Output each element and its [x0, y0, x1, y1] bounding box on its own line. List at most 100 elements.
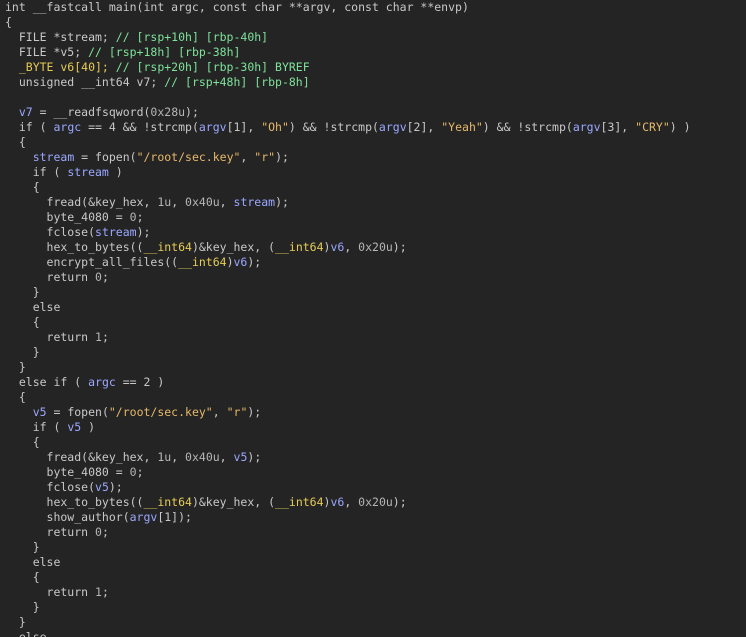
code-line[interactable]: fread(&key_hex, 1u, 0x40u, v5); [0, 450, 746, 465]
code-line[interactable]: { [0, 315, 746, 330]
code-token: "r" [226, 405, 248, 419]
code-line[interactable]: } [0, 540, 746, 555]
code-token: hex_to_bytes(( [5, 495, 144, 509]
code-line[interactable]: if ( argc == 4 && !strcmp(argv[1], "Oh")… [0, 120, 746, 135]
code-line[interactable]: { [0, 180, 746, 195]
code-token: , [344, 495, 359, 509]
code-token: , [171, 450, 186, 464]
code-token: = fopen( [46, 405, 109, 419]
code-token: == 4 && !strcmp( [81, 120, 199, 134]
code-line[interactable]: } [0, 615, 746, 630]
code-line[interactable]: else [0, 300, 746, 315]
code-token: argv [129, 510, 158, 524]
code-line[interactable]: } [0, 600, 746, 615]
code-line[interactable]: { [0, 15, 746, 30]
code-token: 0 [95, 525, 102, 539]
code-token: ); [247, 405, 262, 419]
code-token: v6 [330, 495, 345, 509]
code-line[interactable]: { [0, 135, 746, 150]
code-line[interactable]: show_author(argv[1]); [0, 510, 746, 525]
code-token: ); [392, 240, 407, 254]
code-token: ) [108, 165, 123, 179]
code-token: 0x40u [185, 450, 220, 464]
code-token: byte_4080 = [5, 210, 130, 224]
code-token: fread(&key_hex, [5, 195, 158, 209]
code-line[interactable]: v7 = __readfsqword(0x28u); [0, 105, 746, 120]
code-line[interactable]: { [0, 435, 746, 450]
code-line[interactable]: else [0, 630, 746, 637]
code-token: // [rsp+18h] [rbp-38h] [88, 45, 241, 59]
code-line[interactable]: stream = fopen("/root/sec.key", "r"); [0, 150, 746, 165]
code-line[interactable]: hex_to_bytes((__int64)&key_hex, (__int64… [0, 240, 746, 255]
code-line[interactable]: if ( v5 ) [0, 420, 746, 435]
code-token: "Yeah" [441, 120, 483, 134]
code-line[interactable]: if ( stream ) [0, 165, 746, 180]
code-line[interactable]: return 1; [0, 330, 746, 345]
code-line[interactable]: v5 = fopen("/root/sec.key", "r"); [0, 405, 746, 420]
code-token: 1 [95, 330, 102, 344]
code-token: encrypt_all_files(( [5, 255, 179, 269]
code-token: 0 [129, 210, 137, 224]
code-line[interactable]: unsigned __int64 v7; // [rsp+48h] [rbp-8… [0, 75, 746, 90]
code-line[interactable]: else if ( argc == 2 ) [0, 375, 746, 390]
code-token: 1 [95, 585, 102, 599]
code-token: ) && !strcmp( [288, 120, 379, 134]
code-line[interactable]: return 1; [0, 585, 746, 600]
code-token: = __readfsqword( [32, 105, 151, 119]
code-line[interactable]: hex_to_bytes((__int64)&key_hex, (__int64… [0, 495, 746, 510]
code-token: "Oh" [261, 120, 289, 134]
code-line[interactable]: fclose(v5); [0, 480, 746, 495]
code-token: ); [108, 480, 123, 494]
code-line[interactable] [0, 90, 746, 105]
code-token: ); [136, 225, 151, 239]
code-token: )&key_hex, ( [191, 240, 276, 254]
code-token: ; [101, 270, 109, 284]
code-token: v5 [95, 480, 109, 494]
code-token: hex_to_bytes(( [5, 240, 144, 254]
code-token: ); [275, 195, 289, 209]
code-line[interactable]: } [0, 360, 746, 375]
code-token: argv [378, 120, 407, 134]
code-line[interactable]: } [0, 285, 746, 300]
code-token: { [5, 135, 26, 149]
code-token: == 2 ) [115, 375, 165, 389]
code-token: "/root/sec.key" [108, 405, 213, 419]
code-line[interactable]: byte_4080 = 0; [0, 210, 746, 225]
code-token: ; [101, 330, 109, 344]
code-line[interactable]: byte_4080 = 0; [0, 465, 746, 480]
code-token: ) [81, 420, 96, 434]
code-line[interactable]: fread(&key_hex, 1u, 0x40u, stream); [0, 195, 746, 210]
code-line[interactable]: } [0, 345, 746, 360]
code-token: __int64 [275, 495, 324, 509]
code-token: ; [136, 210, 144, 224]
code-line[interactable]: fclose(stream); [0, 225, 746, 240]
code-token: { [5, 315, 40, 329]
code-token: { [5, 570, 40, 584]
code-token: return [5, 525, 96, 539]
code-token: , [212, 405, 227, 419]
code-line[interactable]: return 0; [0, 525, 746, 540]
code-line[interactable]: { [0, 570, 746, 585]
code-line[interactable]: int __fastcall main(int argc, const char… [0, 0, 746, 15]
code-token: if ( [5, 420, 68, 434]
code-token: ; [101, 585, 109, 599]
code-token: 1u [157, 450, 172, 464]
code-token: , [219, 195, 234, 209]
code-line[interactable]: return 0; [0, 270, 746, 285]
code-token: } [5, 345, 40, 359]
code-token: FILE *stream; [5, 30, 116, 44]
code-line[interactable]: encrypt_all_files((__int64)v6); [0, 255, 746, 270]
code-line[interactable]: _BYTE v6[40]; // [rsp+20h] [rbp-30h] BYR… [0, 60, 746, 75]
code-line[interactable]: { [0, 390, 746, 405]
code-token: return [5, 330, 96, 344]
code-token: return [5, 585, 96, 599]
code-line[interactable]: FILE *v5; // [rsp+18h] [rbp-38h] [0, 45, 746, 60]
code-token: fclose( [5, 225, 96, 239]
code-token: __int64 [143, 495, 192, 509]
code-line[interactable]: else [0, 555, 746, 570]
code-line[interactable]: FILE *stream; // [rsp+10h] [rbp-40h] [0, 30, 746, 45]
code-token: ); [392, 495, 407, 509]
pseudocode-view[interactable]: int __fastcall main(int argc, const char… [0, 0, 746, 637]
code-token: if ( [5, 120, 54, 134]
